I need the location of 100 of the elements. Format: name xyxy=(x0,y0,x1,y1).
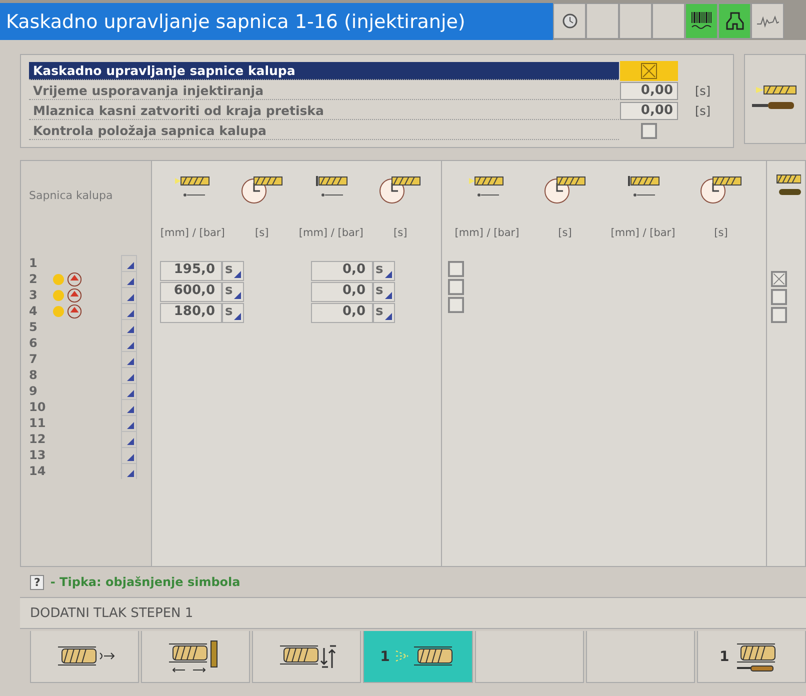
corner-triangle-icon xyxy=(127,358,134,365)
corner-triangle-icon xyxy=(384,271,392,278)
nozzle-number: 13 xyxy=(29,448,47,462)
value-field[interactable]: 180,0 xyxy=(160,303,222,323)
dropdown-button[interactable] xyxy=(121,447,137,463)
dropdown-button[interactable] xyxy=(121,271,137,287)
value-field[interactable]: 0,0 xyxy=(310,261,372,281)
function-tab[interactable] xyxy=(252,631,362,683)
nozzle-number: 2 xyxy=(29,272,38,286)
corner-triangle-icon xyxy=(127,390,134,397)
corner-triangle-icon xyxy=(384,292,392,299)
unit-label: [s] xyxy=(714,227,728,239)
value-field[interactable]: 600,0 xyxy=(160,282,222,302)
column-heading: Sapnica kalupa xyxy=(29,189,114,204)
corner-triangle-icon xyxy=(127,278,134,285)
nozzle-number: 10 xyxy=(29,400,47,414)
mold-icon xyxy=(724,11,744,31)
function-tab[interactable]: 1 xyxy=(363,631,473,683)
dropdown-button[interactable] xyxy=(121,367,137,383)
corner-triangle-icon xyxy=(127,438,134,445)
side-button[interactable] xyxy=(744,54,806,144)
dropdown-button[interactable] xyxy=(121,383,137,399)
tab-number: 1 xyxy=(720,648,730,664)
corner-triangle-icon xyxy=(127,374,134,381)
function-tab[interactable] xyxy=(141,631,250,683)
corner-triangle-icon xyxy=(127,294,134,301)
window-title: Kaskadno upravljanje sapnica 1-16 (injektiranje) xyxy=(0,3,553,40)
checkbox[interactable] xyxy=(641,63,657,79)
barcode-icon xyxy=(690,11,712,31)
status-bar: DODATNI TLAK STEPEN 1 xyxy=(20,597,806,629)
unit-label: [mm] / [bar] xyxy=(454,227,520,239)
unit-label: [mm] / [bar] xyxy=(160,227,225,239)
toolbar-button[interactable] xyxy=(685,3,718,39)
value-field[interactable]: 0,0 xyxy=(310,303,372,323)
unit-label: [s] xyxy=(255,227,269,239)
nozzle-number: 1 xyxy=(29,256,38,270)
dropdown-button[interactable] xyxy=(121,319,137,335)
unit-label: [mm] / [bar] xyxy=(298,227,364,239)
unit-label: [s] xyxy=(558,227,572,239)
corner-triangle-icon xyxy=(127,262,134,269)
corner-triangle-icon xyxy=(127,454,134,461)
nozzle-number: 4 xyxy=(29,304,38,318)
corner-triangle-icon xyxy=(384,313,392,320)
checkbox[interactable] xyxy=(771,271,787,287)
dropdown-button[interactable] xyxy=(121,303,137,319)
function-tab[interactable]: 1 xyxy=(696,631,806,683)
value-field[interactable]: 0,00 xyxy=(620,102,678,120)
help-key[interactable]: ? xyxy=(30,574,44,590)
mode-dropdown[interactable]: s xyxy=(222,282,244,302)
value-field[interactable]: 0,0 xyxy=(310,282,372,302)
dropdown-button[interactable] xyxy=(121,255,137,271)
dropdown-button[interactable] xyxy=(121,431,137,447)
checkbox[interactable] xyxy=(771,289,787,305)
tab-number: 1 xyxy=(380,648,390,664)
nozzle-number: 5 xyxy=(29,320,38,334)
corner-triangle-icon xyxy=(127,422,134,429)
checkbox[interactable] xyxy=(641,123,657,139)
corner-triangle-icon xyxy=(234,313,241,320)
nozzle-number: 12 xyxy=(29,432,47,446)
corner-triangle-icon xyxy=(127,470,134,477)
mode-dropdown[interactable]: s xyxy=(372,282,394,302)
function-tab[interactable] xyxy=(30,631,140,683)
corner-triangle-icon xyxy=(127,326,134,333)
checkbox[interactable] xyxy=(771,307,787,323)
value-field[interactable]: 0,00 xyxy=(620,82,678,100)
toolbar-button[interactable] xyxy=(553,3,586,39)
dropdown-button[interactable] xyxy=(121,399,137,415)
toolbar-button[interactable] xyxy=(751,3,784,39)
toolbar-button[interactable] xyxy=(718,3,751,39)
help-text: - Tipka: objašnjenje simbola xyxy=(50,575,240,589)
setting-label[interactable]: Kontrola položaja sapnica kalupa xyxy=(29,122,619,140)
nozzle-number: 8 xyxy=(29,368,38,382)
nozzle-number: 6 xyxy=(29,336,38,350)
setting-label[interactable]: Kaskadno upravljanje sapnice kalupa xyxy=(29,62,619,80)
corner-triangle-icon xyxy=(234,271,241,278)
mode-dropdown[interactable]: s xyxy=(222,261,244,281)
clock-icon xyxy=(562,13,578,29)
dropdown-button[interactable] xyxy=(121,463,137,479)
mode-dropdown[interactable]: s xyxy=(372,261,394,281)
valve-icon xyxy=(67,304,82,318)
unit-label: [mm] / [bar] xyxy=(610,227,676,239)
value-field[interactable]: 195,0 xyxy=(160,261,222,281)
corner-triangle-icon xyxy=(127,406,134,413)
dropdown-button[interactable] xyxy=(121,335,137,351)
mode-dropdown[interactable]: s xyxy=(222,303,244,323)
nozzle-number: 11 xyxy=(29,416,47,430)
corner-triangle-icon xyxy=(127,310,134,317)
nozzle-number: 14 xyxy=(29,464,47,478)
checkbox[interactable] xyxy=(448,261,464,277)
checkbox[interactable] xyxy=(448,297,464,313)
mode-dropdown[interactable]: s xyxy=(372,303,394,323)
valve-icon xyxy=(67,272,82,286)
checkbox[interactable] xyxy=(448,279,464,295)
unit-label: [s] xyxy=(394,227,408,239)
dropdown-button[interactable] xyxy=(121,287,137,303)
valve-icon xyxy=(67,288,82,302)
unit-label: [s] xyxy=(695,104,711,118)
unit-label: [s] xyxy=(695,84,711,98)
dropdown-button[interactable] xyxy=(121,415,137,431)
dropdown-button[interactable] xyxy=(121,351,137,367)
